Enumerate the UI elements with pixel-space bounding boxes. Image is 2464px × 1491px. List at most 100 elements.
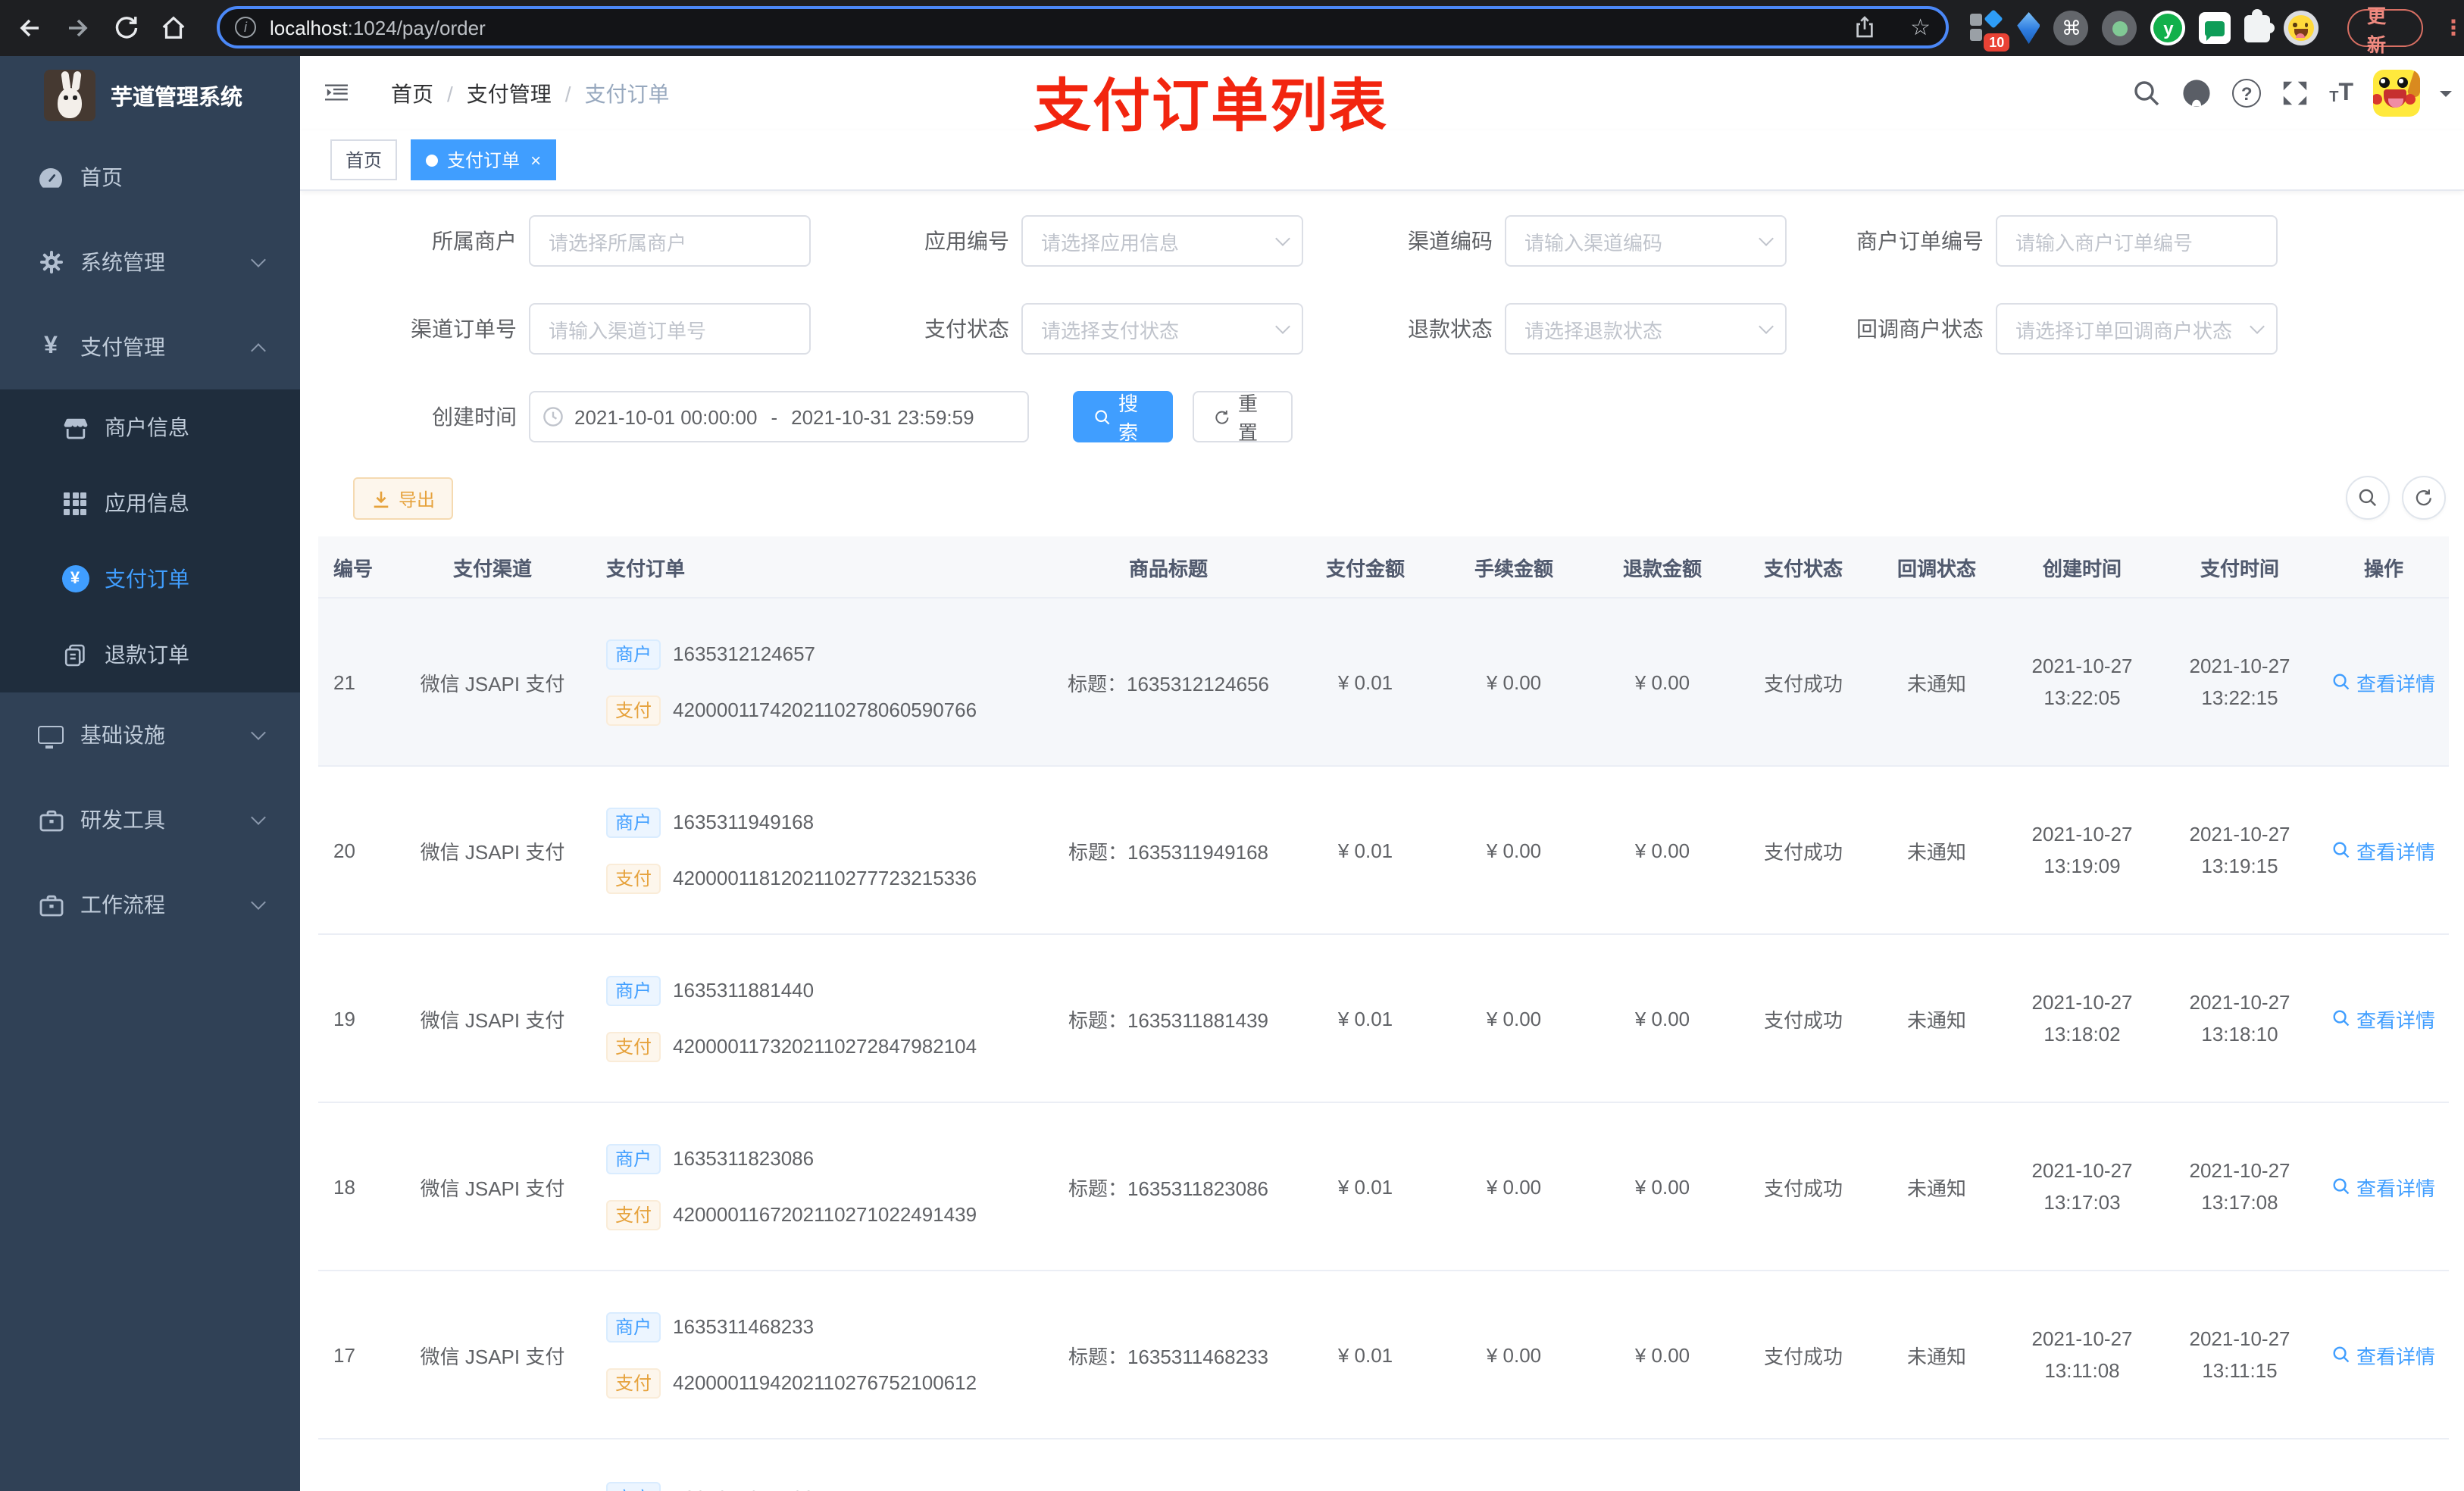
pay-status-select[interactable]: 请选择支付状态 [1021,303,1303,355]
sidebar-item-system[interactable]: 系统管理 [0,220,300,305]
ext-command-icon[interactable]: ⌘ [2053,11,2089,45]
sidebar-item-merchant-info[interactable]: 商户信息 [0,389,300,465]
close-icon[interactable]: × [530,149,541,170]
merchant-order-input[interactable]: 请输入商户订单编号 [1996,215,2278,267]
breadcrumb-home[interactable]: 首页 [391,78,433,108]
cell-amount: ¥ 0.01 [1337,839,1393,861]
hamburger-icon[interactable] [321,77,352,115]
documents-icon [61,643,89,666]
view-detail-link[interactable]: 查看详情 [2332,1340,2435,1369]
font-size-icon[interactable]: TT [2329,80,2353,105]
pay-tag: 支付 [606,1031,661,1061]
tag-pay-order[interactable]: 支付订单 × [411,139,557,180]
channel-order-input[interactable]: 请输入渠道订单号 [529,303,811,355]
search-icon[interactable] [2132,79,2161,108]
view-detail-link[interactable]: 查看详情 [2332,667,2435,696]
sidebar-item-refund-order[interactable]: 退款订单 [0,617,300,692]
briefcase-icon [36,893,65,916]
ext-y-icon[interactable]: y [2150,11,2186,45]
cell-actions: 查看详情 [2319,1004,2449,1033]
reset-button[interactable]: 重置 [1193,391,1293,444]
user-avatar[interactable] [2373,70,2420,117]
bookmark-star-icon[interactable]: ☆ [1910,16,1931,39]
sidebar-item-app-info[interactable]: 应用信息 [0,465,300,541]
create-time-label: 创建时间 [432,405,517,429]
cell-amount: ¥ 0.01 [1337,1007,1393,1030]
content: 所属商户 请选择所属商户 应用编号 请选择应用信息 渠道编码 请输入渠道编码 商… [300,191,2464,1491]
cell-paid: 2021-10-27 13:11:15 [2189,1327,2290,1382]
search-button[interactable]: 搜索 [1073,391,1173,444]
ext-green-dot-icon[interactable] [2102,11,2137,45]
extensions-puzzle-icon[interactable] [2244,9,2276,42]
chevron-up-icon [251,343,266,358]
cell-fee: ¥ 0.00 [1486,839,1542,861]
notify-status-select[interactable]: 请选择订单回调商户状态 [1996,303,2278,355]
sidebar-item-infrastructure[interactable]: 基础设施 [0,692,300,777]
cell-status: 支付成功 [1763,672,1843,695]
back-icon[interactable] [9,0,48,56]
sidebar-logo[interactable]: 芋道管理系统 [0,56,300,135]
cell-refund: ¥ 0.00 [1634,839,1690,861]
help-icon[interactable]: ? [2232,79,2262,108]
sidebar-item-workflow[interactable]: 工作流程 [0,862,300,947]
cell-fee: ¥ 0.00 [1486,670,1542,693]
cell-actions: 查看详情 [2319,1340,2449,1369]
browser-menu-icon[interactable]: ⋮ [2443,15,2464,41]
cell-notify: 未通知 [1906,1008,1966,1031]
export-button[interactable]: 导出 [353,477,454,520]
forward-icon[interactable] [58,0,97,56]
app-title: 芋道管理系统 [111,86,242,110]
github-icon[interactable] [2181,77,2212,109]
avatar-caret-icon[interactable] [2440,90,2452,102]
ext-chat-icon[interactable] [2199,12,2231,44]
share-icon[interactable] [1851,14,1877,40]
cell-notify: 未通知 [1906,840,1966,863]
profile-avatar-icon[interactable] [2283,11,2319,45]
col-header-refund: 退款金额 [1622,557,1702,580]
cell-title: 标题：1635311881439 [1068,1008,1269,1031]
table-row: 20 微信 JSAPI 支付 商户 1635311949168 支付 4200001… [318,767,2449,935]
channel-code-select[interactable]: 请输入渠道编码 [1505,215,1787,267]
refund-status-select[interactable]: 请选择退款状态 [1505,303,1787,355]
chevron-down-icon [251,895,266,910]
page-info-icon[interactable]: i [235,17,256,38]
cell-order: 商户 1635311823086 支付 4200001167202110271022… [591,1143,1046,1230]
cell-refund: ¥ 0.00 [1634,1175,1690,1198]
chevron-down-icon [1275,231,1290,246]
refresh-table-button[interactable] [2402,476,2446,520]
view-detail-link[interactable]: 查看详情 [2332,836,2435,864]
date-separator: - [771,405,778,428]
ext-blocks-icon[interactable]: 10 [1970,9,2010,52]
cell-paid: 2021-10-27 13:17:08 [2189,1159,2290,1214]
app-select[interactable]: 请选择应用信息 [1021,215,1303,267]
tag-home[interactable]: 首页 [330,139,398,180]
pay-tag: 支付 [606,863,661,893]
col-header-notify: 回调状态 [1896,557,1976,580]
reload-icon[interactable] [106,0,145,56]
date-range-input[interactable]: 2021-10-01 00:00:00 - 2021-10-31 23:59:5… [529,391,1029,442]
toggle-search-button[interactable] [2346,476,2390,520]
fullscreen-icon[interactable] [2281,79,2309,108]
merchant-input[interactable]: 请选择所属商户 [529,215,811,267]
url-bar[interactable]: i localhost:1024/pay/order ☆ [217,6,1949,48]
cell-fee: ¥ 0.00 [1486,1007,1542,1030]
ext-kite-icon[interactable] [2017,12,2040,44]
cell-title: 标题：1635311949168 [1068,840,1269,863]
col-header-created: 创建时间 [2042,557,2122,580]
view-detail-link[interactable]: 查看详情 [2332,1004,2435,1033]
breadcrumb-payment[interactable]: 支付管理 [467,78,552,108]
view-detail-link[interactable]: 查看详情 [2332,1172,2435,1201]
cell-id: 18 [333,1175,355,1198]
sidebar-item-pay-order[interactable]: ¥ 支付订单 [0,541,300,617]
merchant-tag: 商户 [606,1482,661,1491]
cell-order: 商户1635311251736 [591,1439,1046,1491]
shop-icon [61,416,89,439]
chevron-down-icon [1759,231,1774,246]
sidebar-item-dev-tools[interactable]: 研发工具 [0,777,300,862]
home-icon[interactable] [153,0,192,56]
cell-created: 2021-10-27 13:19:09 [2031,823,2133,877]
update-button[interactable]: 更新 [2347,5,2424,55]
sidebar-item-home[interactable]: 首页 [0,135,300,220]
cell-paid: 2021-10-27 13:22:15 [2189,655,2290,709]
sidebar-item-payment[interactable]: ¥ 支付管理 [0,305,300,389]
